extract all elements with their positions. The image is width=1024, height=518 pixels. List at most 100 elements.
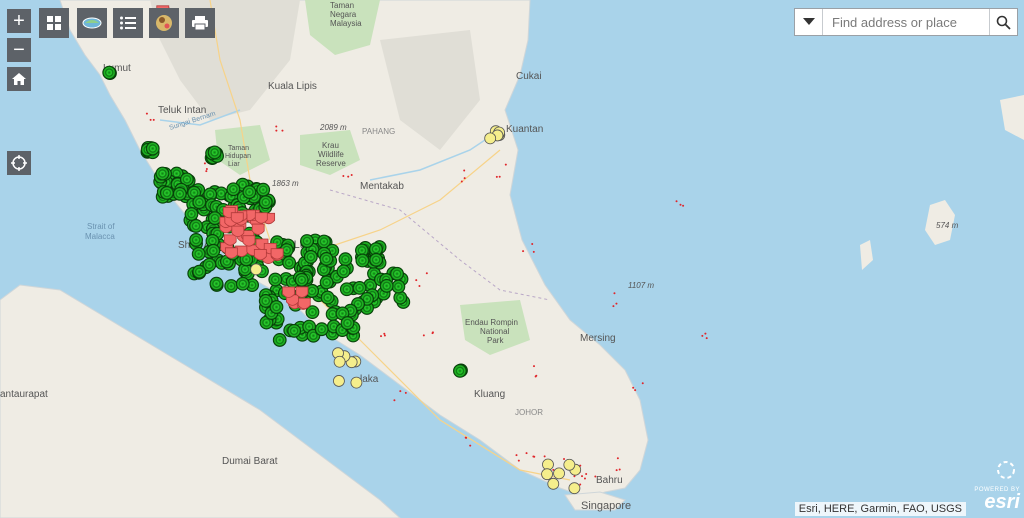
green-site-marker[interactable] [391,279,406,294]
search-button[interactable] [989,9,1017,35]
green-site-marker[interactable] [191,246,206,261]
red-site-marker[interactable] [231,225,245,238]
incident-dot [594,475,597,478]
print-button[interactable] [185,8,215,38]
label-mersing: Mersing [580,333,616,344]
basemap-gallery-button[interactable] [39,8,69,38]
zoom-in-button[interactable]: + [7,9,31,33]
green-site-marker[interactable] [102,65,117,80]
green-site-marker[interactable] [282,255,297,270]
legend-button[interactable] [113,8,143,38]
green-site-marker[interactable] [272,333,287,347]
green-site-marker[interactable] [155,166,170,181]
incident-dot [425,272,428,275]
green-site-marker[interactable] [294,272,309,287]
green-site-marker[interactable] [320,290,335,305]
green-site-marker[interactable] [184,207,199,221]
red-site-marker[interactable] [282,286,295,298]
yellow-site-marker[interactable] [350,376,363,389]
green-site-marker[interactable] [390,266,404,281]
red-site-marker[interactable] [295,286,309,298]
incident-dot [350,173,353,176]
green-site-marker[interactable] [172,186,187,201]
map-thumbnail-button[interactable] [149,8,179,38]
label-tanjung: antaurapat [0,389,48,400]
green-site-marker[interactable] [189,219,203,233]
green-site-marker[interactable] [192,195,207,210]
label-melaka: laka [360,374,379,385]
zoom-out-button[interactable]: − [7,38,31,62]
incident-dot [498,175,501,178]
home-button[interactable] [7,67,31,91]
yellow-site-marker[interactable] [568,482,581,495]
green-site-marker[interactable] [192,264,207,279]
basemap-gallery-icon [47,16,61,30]
yellow-site-marker[interactable] [484,132,497,145]
red-site-marker[interactable] [270,248,284,260]
yellow-site-marker[interactable] [333,375,345,387]
incident-dot [152,118,155,121]
yellow-site-marker[interactable] [553,467,565,480]
green-site-marker[interactable] [235,276,250,291]
incident-dot [632,386,635,389]
green-site-marker[interactable] [145,141,160,156]
label-elev-1863: 1863 m [272,179,299,188]
label-strait: Strait of Malacca [85,222,115,241]
green-site-marker[interactable] [340,316,355,330]
green-site-marker[interactable] [336,264,351,279]
green-site-marker[interactable] [319,252,334,266]
search-source-dropdown[interactable] [795,9,823,35]
red-site-marker[interactable] [242,235,256,247]
green-site-marker[interactable] [268,272,283,287]
map-attribution[interactable]: Esri, HERE, Garmin, FAO, USGS [794,502,966,516]
green-site-marker[interactable] [319,275,334,290]
layer-swap-button[interactable] [77,8,107,38]
green-site-marker[interactable] [339,282,354,297]
green-site-marker[interactable] [300,234,314,248]
green-site-marker[interactable] [379,278,394,293]
green-site-marker[interactable] [226,182,241,197]
green-site-marker[interactable] [303,250,318,264]
label-kluang: Kluang [474,389,505,400]
green-site-marker[interactable] [338,252,353,267]
incident-dot [145,112,148,115]
red-site-marker[interactable] [297,297,311,310]
red-site-marker[interactable] [223,234,237,246]
red-site-marker[interactable] [230,212,244,224]
locate-button[interactable] [7,151,31,175]
green-site-marker[interactable] [207,211,222,226]
incident-dot [581,475,584,478]
green-site-marker[interactable] [369,252,384,267]
yellow-site-marker[interactable] [547,477,560,490]
red-site-marker[interactable] [254,212,268,224]
green-site-marker[interactable] [352,280,367,295]
search-input[interactable] [823,9,989,35]
esri-logo[interactable]: POWERED BY esri [970,487,1020,515]
green-site-marker[interactable] [314,322,329,337]
yellow-site-marker[interactable] [541,468,553,481]
yellow-site-marker[interactable] [333,355,346,368]
green-site-marker[interactable] [209,276,224,291]
yellow-site-marker[interactable] [250,263,263,276]
map-canvas[interactable]: Taman Negara Malaysia Lumut Kuala Lipis Te… [0,0,1024,518]
green-site-marker[interactable] [207,145,222,160]
green-site-marker[interactable] [242,185,257,199]
green-site-marker[interactable] [159,186,174,200]
red-site-marker[interactable] [251,223,265,235]
green-site-marker[interactable] [453,364,467,378]
green-site-marker[interactable] [206,243,221,258]
incident-dot [634,389,637,392]
green-site-marker[interactable] [256,182,271,197]
yellow-site-marker[interactable] [542,458,554,471]
label-elev-1107: 1107 m [628,281,654,290]
red-site-marker[interactable] [224,247,238,259]
green-site-marker[interactable] [355,253,370,268]
green-site-marker[interactable] [224,279,239,293]
green-site-marker[interactable] [189,233,203,247]
yellow-site-marker[interactable] [563,458,576,471]
green-site-marker[interactable] [258,195,273,210]
incident-dot [641,382,644,385]
green-site-marker[interactable] [269,300,284,314]
green-site-marker[interactable] [287,323,302,338]
red-site-marker[interactable] [253,249,267,261]
